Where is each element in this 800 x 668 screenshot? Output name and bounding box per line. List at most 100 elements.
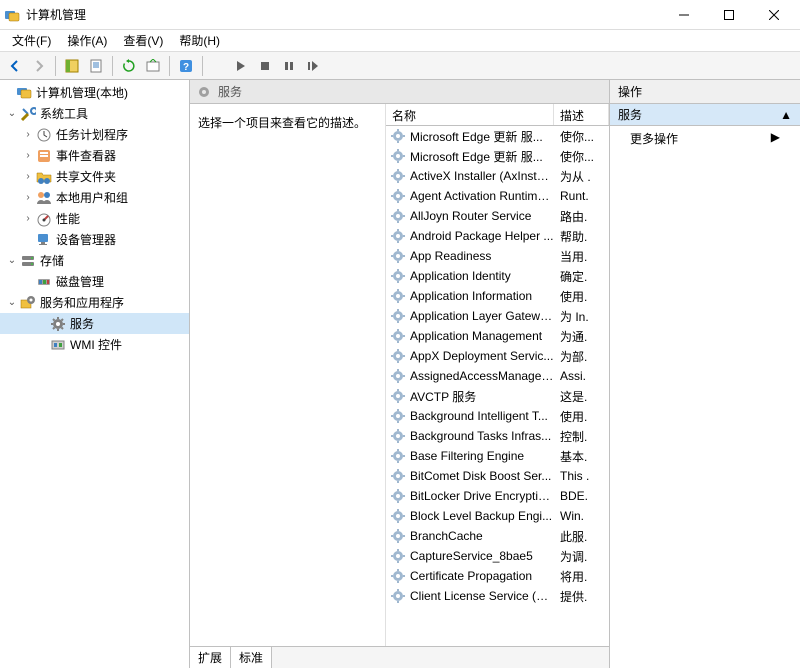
pause-icon[interactable] (278, 55, 300, 77)
service-row[interactable]: AVCTP 服务这是. (386, 386, 609, 406)
tree-disk-management[interactable]: 磁盘管理 (0, 271, 189, 292)
service-row[interactable]: Certificate Propagation将用. (386, 566, 609, 586)
back-button[interactable] (4, 55, 26, 77)
gear-icon (390, 568, 406, 584)
gear-icon (390, 268, 406, 284)
chevron-right-icon[interactable]: › (22, 129, 34, 141)
maximize-button[interactable] (706, 1, 751, 29)
list-rows[interactable]: Microsoft Edge 更新 服...使你... Microsoft Ed… (386, 126, 609, 646)
service-desc: 提供. (554, 588, 609, 605)
clock-icon (36, 127, 52, 143)
gear-icon (390, 548, 406, 564)
forward-button[interactable] (28, 55, 50, 77)
service-row[interactable]: Android Package Helper ...帮助. (386, 226, 609, 246)
tree-event-viewer[interactable]: › 事件查看器 (0, 145, 189, 166)
service-row[interactable]: Block Level Backup Engi...Win. (386, 506, 609, 526)
gear-icon (390, 528, 406, 544)
tools-icon (20, 106, 36, 122)
menu-action[interactable]: 操作(A) (59, 30, 115, 51)
chevron-right-icon[interactable]: › (22, 171, 34, 183)
service-row[interactable]: Agent Activation Runtime...Runt. (386, 186, 609, 206)
refresh-icon[interactable] (118, 55, 140, 77)
tree-wmi[interactable]: WMI 控件 (0, 334, 189, 355)
service-row[interactable]: CaptureService_8bae5为调. (386, 546, 609, 566)
service-desc: 使你... (554, 148, 609, 165)
tree-services[interactable]: 服务 (0, 313, 189, 334)
service-row[interactable]: AssignedAccessManager...Assi. (386, 366, 609, 386)
tree-device-manager[interactable]: 设备管理器 (0, 229, 189, 250)
tab-extended[interactable]: 扩展 (190, 647, 231, 668)
menu-view[interactable]: 查看(V) (115, 30, 171, 51)
service-row[interactable]: Application Layer Gatewa...为 In. (386, 306, 609, 326)
tree-system-tools[interactable]: ⌄ 系统工具 (0, 103, 189, 124)
service-row[interactable]: ActiveX Installer (AxInstSV)为从 . (386, 166, 609, 186)
chevron-down-icon[interactable]: ⌄ (6, 108, 18, 120)
service-name: Application Layer Gatewa... (410, 309, 554, 323)
properties-icon[interactable] (85, 55, 107, 77)
tree-root[interactable]: 计算机管理(本地) (0, 82, 189, 103)
help-icon[interactable]: ? (175, 55, 197, 77)
device-icon (36, 232, 52, 248)
service-row[interactable]: BitLocker Drive Encryptio...BDE. (386, 486, 609, 506)
service-desc: 为 In. (554, 308, 609, 325)
service-row[interactable]: Microsoft Edge 更新 服...使你... (386, 126, 609, 146)
tab-standard[interactable]: 标准 (231, 647, 272, 668)
column-desc[interactable]: 描述 (554, 104, 609, 125)
tree-storage[interactable]: ⌄ 存储 (0, 250, 189, 271)
play-icon[interactable] (230, 55, 252, 77)
chevron-right-icon[interactable]: › (22, 150, 34, 162)
service-row[interactable]: App Readiness当用. (386, 246, 609, 266)
action-group-services[interactable]: 服务 ▲ (610, 104, 800, 126)
chevron-down-icon[interactable]: ⌄ (6, 297, 18, 309)
close-button[interactable] (751, 1, 796, 29)
service-desc: 为通. (554, 328, 609, 345)
service-row[interactable]: Application Management为通. (386, 326, 609, 346)
menu-file[interactable]: 文件(F) (4, 30, 59, 51)
service-desc: 路由. (554, 208, 609, 225)
service-name: AssignedAccessManager... (410, 369, 554, 383)
tree-shared-folders[interactable]: › 共享文件夹 (0, 166, 189, 187)
service-row[interactable]: Application Information使用. (386, 286, 609, 306)
tree-local-users[interactable]: › 本地用户和组 (0, 187, 189, 208)
service-row[interactable]: AllJoyn Router Service路由. (386, 206, 609, 226)
chevron-right-icon[interactable]: › (22, 192, 34, 204)
service-row[interactable]: Background Tasks Infras...控制. (386, 426, 609, 446)
gear-icon (390, 128, 406, 144)
restart-icon[interactable] (302, 55, 324, 77)
service-desc: 这是. (554, 388, 609, 405)
tree-task-scheduler[interactable]: › 任务计划程序 (0, 124, 189, 145)
chevron-up-icon: ▲ (780, 108, 792, 122)
tree-label: 服务和应用程序 (40, 294, 124, 311)
service-row[interactable]: Base Filtering Engine基本. (386, 446, 609, 466)
tree-services-apps[interactable]: ⌄ 服务和应用程序 (0, 292, 189, 313)
minimize-button[interactable] (661, 1, 706, 29)
action-more[interactable]: 更多操作 ▶ (610, 126, 800, 151)
gear-icon (390, 288, 406, 304)
service-desc: 基本. (554, 448, 609, 465)
service-name: Agent Activation Runtime... (410, 189, 554, 203)
tree-performance[interactable]: › 性能 (0, 208, 189, 229)
tree-label: 性能 (56, 210, 80, 227)
service-name: Microsoft Edge 更新 服... (410, 148, 554, 165)
service-name: Background Intelligent T... (410, 409, 554, 423)
service-row[interactable]: Microsoft Edge 更新 服...使你... (386, 146, 609, 166)
show-hide-icon[interactable] (61, 55, 83, 77)
menu-help[interactable]: 帮助(H) (171, 30, 228, 51)
service-row[interactable]: BranchCache此服. (386, 526, 609, 546)
service-row[interactable]: BitComet Disk Boost Ser...This . (386, 466, 609, 486)
service-row[interactable]: AppX Deployment Servic...为部. (386, 346, 609, 366)
action-group-label: 服务 (618, 106, 642, 123)
export-icon[interactable] (142, 55, 164, 77)
service-row[interactable]: Application Identity确定. (386, 266, 609, 286)
toolbar: ? (0, 52, 800, 80)
service-row[interactable]: Client License Service (Cli...提供. (386, 586, 609, 606)
service-row[interactable]: Background Intelligent T...使用. (386, 406, 609, 426)
column-name[interactable]: 名称 (386, 104, 554, 125)
disk-icon (36, 274, 52, 290)
chevron-down-icon[interactable]: ⌄ (6, 255, 18, 267)
services-title: 服务 (218, 83, 242, 100)
event-icon (36, 148, 52, 164)
stop-icon[interactable] (254, 55, 276, 77)
tree-label: 存储 (40, 252, 64, 269)
chevron-right-icon[interactable]: › (22, 213, 34, 225)
